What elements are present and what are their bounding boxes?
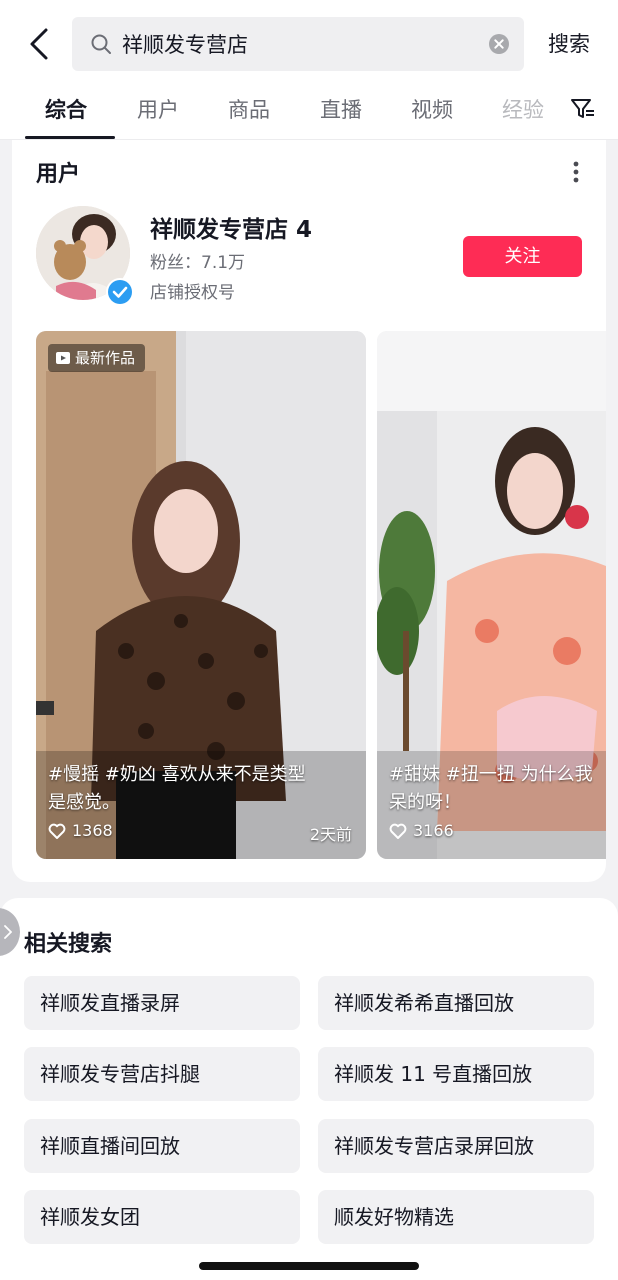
search-submit-button[interactable]: 搜索 bbox=[548, 28, 590, 58]
tab-experience[interactable]: 经验 bbox=[502, 94, 544, 124]
heart-icon bbox=[389, 823, 407, 839]
video-caption-line: #甜妹 #扭一扭 为什么我 bbox=[389, 764, 593, 785]
likes-count: 3166 bbox=[413, 821, 454, 840]
verified-icon bbox=[106, 278, 134, 306]
related-search-chip[interactable]: 祥顺发希希直播回放 bbox=[318, 976, 594, 1030]
search-input[interactable] bbox=[122, 17, 482, 71]
related-search-chip[interactable]: 祥顺发专营店录屏回放 bbox=[318, 1119, 594, 1173]
back-arrow-icon bbox=[30, 28, 48, 60]
follow-button[interactable]: 关注 bbox=[463, 236, 582, 277]
search-box[interactable] bbox=[72, 17, 524, 71]
latest-work-badge: 最新作品 bbox=[48, 344, 146, 372]
back-button[interactable] bbox=[22, 24, 62, 64]
related-search-chip[interactable]: 顺发好物精选 bbox=[318, 1190, 594, 1244]
video-icon bbox=[56, 352, 70, 364]
home-indicator bbox=[199, 1262, 419, 1270]
related-searches: 相关搜索 祥顺发直播录屏 祥顺发希希直播回放 祥顺发专营店抖腿 祥顺发 11 号… bbox=[0, 898, 618, 1280]
video-caption-line: 是感觉。 bbox=[48, 792, 120, 813]
user-description: 店铺授权号 bbox=[150, 283, 235, 303]
search-icon bbox=[91, 34, 111, 54]
video-caption: #慢摇 #奶凶 喜欢从来不是类型 是感觉。 bbox=[48, 761, 306, 817]
video-card[interactable]: #甜妹 #扭一扭 为什么我 呆的呀！ 3166 bbox=[377, 331, 606, 859]
video-caption: #甜妹 #扭一扭 为什么我 呆的呀！ bbox=[389, 761, 593, 817]
video-caption-line: 呆的呀！ bbox=[389, 792, 461, 813]
related-search-chip[interactable]: 祥顺发专营店抖腿 bbox=[24, 1047, 300, 1101]
heart-icon bbox=[48, 823, 66, 839]
video-likes: 3166 bbox=[389, 821, 454, 840]
user-section-title: 用户 bbox=[36, 162, 81, 187]
related-search-chip[interactable]: 祥顺发直播录屏 bbox=[24, 976, 300, 1030]
user-result-card: 用户 祥顺发专营店 4 粉丝：7.1万 店铺授权号 关注 最新作品 #慢摇 #奶… bbox=[12, 140, 606, 882]
tab-products[interactable]: 商品 bbox=[228, 94, 270, 124]
related-search-chip[interactable]: 祥顺发 11 号直播回放 bbox=[318, 1047, 594, 1101]
tab-videos[interactable]: 视频 bbox=[411, 94, 453, 124]
clear-icon[interactable] bbox=[488, 33, 510, 55]
tab-live[interactable]: 直播 bbox=[320, 94, 362, 124]
filter-icon[interactable] bbox=[570, 96, 596, 122]
related-search-chip[interactable]: 祥顺直播间回放 bbox=[24, 1119, 300, 1173]
tab-general[interactable]: 综合 bbox=[45, 94, 87, 124]
user-fans-count: 粉丝：7.1万 bbox=[150, 253, 246, 273]
likes-count: 1368 bbox=[72, 821, 113, 840]
tab-users[interactable]: 用户 bbox=[137, 94, 179, 124]
video-card[interactable]: 最新作品 #慢摇 #奶凶 喜欢从来不是类型 是感觉。 1368 2天前 bbox=[36, 331, 366, 859]
video-time: 2天前 bbox=[309, 825, 352, 844]
related-search-chip[interactable]: 祥顺发女团 bbox=[24, 1190, 300, 1244]
more-options-icon[interactable] bbox=[568, 158, 584, 186]
video-caption-line: #慢摇 #奶凶 喜欢从来不是类型 bbox=[48, 764, 306, 785]
latest-work-label: 最新作品 bbox=[75, 349, 136, 367]
side-panel-handle[interactable] bbox=[0, 908, 20, 956]
video-likes: 1368 bbox=[48, 821, 113, 840]
user-name[interactable]: 祥顺发专营店 4 bbox=[150, 210, 312, 244]
search-tabs: 综合 用户 商品 直播 视频 经验 bbox=[0, 86, 618, 140]
top-bar: 搜索 综合 用户 商品 直播 视频 经验 bbox=[0, 0, 618, 140]
chevron-right-icon bbox=[4, 925, 12, 939]
related-searches-title: 相关搜索 bbox=[24, 932, 113, 957]
